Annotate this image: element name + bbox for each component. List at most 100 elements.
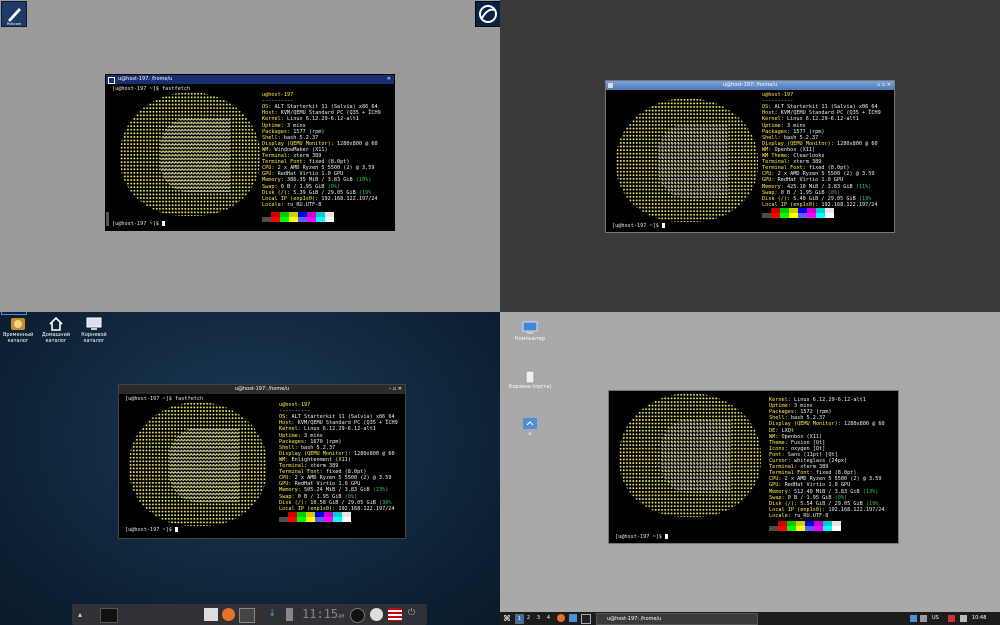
terminal-icon[interactable]: [239, 608, 255, 623]
desktop-icon-temp[interactable]: Временный каталог: [3, 316, 33, 344]
info-key: Packages:: [279, 438, 308, 445]
desktop-icon-trash[interactable]: Корзина (пуста): [508, 368, 552, 390]
info-value: 1670 (rpm): [307, 438, 342, 445]
palette-swatch: [315, 517, 324, 522]
info-key: OS:: [762, 104, 772, 111]
terminal-task-icon[interactable]: [100, 608, 118, 623]
desktop-icon-home[interactable]: Домашний каталог: [40, 316, 72, 344]
palette-swatch: [771, 213, 780, 218]
dock-app-icon[interactable]: [1, 312, 27, 315]
palette-swatch: [787, 526, 796, 531]
info-value: ALT Starterkit 11 (Salvia) x86_64: [771, 104, 878, 111]
home-icon: [49, 316, 63, 331]
info-key: Disk (/):: [279, 499, 308, 506]
settings-icon[interactable]: [370, 608, 383, 621]
info-key: Terminal:: [762, 159, 791, 166]
firefox-icon[interactable]: [557, 614, 565, 622]
info-key: OS:: [279, 414, 289, 421]
download-icon[interactable]: ↓: [268, 608, 276, 621]
volume-icon[interactable]: [350, 608, 365, 623]
info-key: Swap:: [262, 183, 278, 190]
info-value: KVM/QEMU Standard PC (Q35 + ICH9: [777, 110, 881, 117]
terminal-window[interactable]: Kernel: Linux 6.12.29-6.12-alt1 Uptime: 3…: [608, 390, 899, 544]
palette-swatch: [832, 526, 841, 531]
info-value: ALT Starterkit 11 (Salvia) x86_64: [271, 104, 378, 111]
info-value: fixed (8.0pt): [305, 159, 350, 166]
files-icon[interactable]: [569, 614, 577, 622]
palette-swatch: [342, 517, 351, 522]
info-key: CPU:: [262, 165, 275, 172]
task-button[interactable]: u@host-197: /home/u: [596, 613, 758, 625]
workspace-4[interactable]: 4: [545, 614, 552, 622]
clock[interactable]: 10:48: [972, 614, 986, 623]
window-controls[interactable]: – ▫ ✕: [389, 387, 402, 392]
window-controls[interactable]: ▫ ▫ ✕: [877, 83, 891, 88]
start-menu-button[interactable]: ▴: [78, 608, 88, 621]
workspace-1[interactable]: 1: [515, 614, 524, 624]
info-key: CPU:: [279, 475, 292, 482]
info-key: Disk (/):: [762, 195, 791, 202]
close-icon[interactable]: ✕: [387, 77, 391, 82]
info-value: bash 5.2.37: [280, 134, 319, 141]
home-folder-icon: [523, 418, 537, 429]
terminal-window[interactable]: u@host-197: /home/u ▫ ▫ ✕ u@host-197 ----…: [605, 80, 895, 233]
dock-app-icon-right[interactable]: [475, 1, 500, 27]
info-value: whiteglass (24px): [790, 458, 848, 464]
info-key: Terminal Font:: [769, 470, 813, 477]
palette-swatch: [262, 217, 271, 222]
info-key: CPU:: [769, 476, 782, 483]
desktop-icon-root[interactable]: Корневой каталог: [78, 316, 110, 344]
info-key: Terminal Font:: [262, 159, 306, 166]
network-icon[interactable]: [948, 615, 955, 622]
info-value: 5.40 GiB / 29.05 GiB: [790, 195, 859, 202]
terminal-window[interactable]: u@host-197: /home/u ✕ [u@host-197 ~]$ fa…: [105, 74, 395, 231]
info-value: LXQt: [778, 427, 794, 434]
desktop-openbox: u@host-197: /home/u ▫ ▫ ✕ u@host-197 ----…: [500, 0, 1000, 312]
battery-icon: [286, 608, 293, 621]
palette-swatch: [289, 217, 298, 222]
info-key: GPU:: [279, 481, 292, 488]
terminal-window[interactable]: u@host-197: /home/u – ▫ ✕ [u@host-197 ~]…: [118, 384, 406, 539]
window-menu-icon[interactable]: [108, 77, 115, 84]
keyboard-layout[interactable]: US: [932, 614, 939, 623]
palette-swatch: [825, 213, 834, 218]
workspace-3[interactable]: 3: [535, 614, 542, 622]
info-value: bash 5.2.37: [780, 134, 819, 141]
info-value: 3 mins: [790, 403, 813, 410]
info-value: 1572 (rpm): [797, 409, 832, 416]
us-flag-icon[interactable]: [388, 608, 402, 621]
final-prompt: [u@host-197 ~]$: [125, 527, 178, 533]
scrollbar[interactable]: [106, 212, 109, 226]
title-bar[interactable]: u@host-197: /home/u ✕: [106, 75, 394, 84]
info-key: Cursor:: [769, 458, 791, 464]
info-value: fixed (8.0pt): [805, 165, 850, 172]
main-menu-icon[interactable]: ⌘: [503, 614, 511, 623]
dock-app-icon-left[interactable]: Polkcom: [1, 1, 27, 27]
desktop-icon-computer[interactable]: Компьютер: [508, 320, 552, 342]
firefox-icon[interactable]: [222, 608, 235, 621]
info-value: 5.54 GiB / 29.05 GiB: [797, 500, 866, 507]
palette-swatch: [271, 217, 280, 222]
title-bar[interactable]: u@host-197: /home/u ▫ ▫ ✕: [606, 81, 894, 90]
files-icon[interactable]: [204, 608, 218, 621]
info-percent: (13%): [862, 488, 879, 495]
volume-icon[interactable]: [960, 615, 967, 622]
info-key: GPU:: [762, 177, 775, 184]
info-value: Linux 6.12.29-6.12-alt1: [790, 397, 866, 403]
info-value: KVM/QEMU Standard PC (Q35 + ICH9: [294, 420, 398, 427]
info-key: Icons:: [769, 445, 788, 452]
info-value: RedHat Virtio 1.0 GPU: [781, 482, 851, 489]
info-percent: (0%): [834, 494, 848, 501]
desktop-icon-home[interactable]: u: [508, 415, 552, 437]
workspace-2[interactable]: 2: [525, 614, 532, 622]
info-key: Locale:: [262, 201, 284, 208]
palette-swatch: [306, 517, 315, 522]
terminal-icon[interactable]: [581, 614, 591, 624]
final-prompt: [u@host-197 ~]$: [112, 221, 165, 227]
tray-icon[interactable]: [910, 615, 917, 622]
cursor: [661, 223, 665, 228]
color-palette-row2: [762, 213, 834, 218]
title-bar[interactable]: u@host-197: /home/u – ▫ ✕: [119, 385, 405, 394]
power-icon[interactable]: ⏻: [408, 608, 418, 621]
tray-icon[interactable]: [920, 615, 927, 622]
